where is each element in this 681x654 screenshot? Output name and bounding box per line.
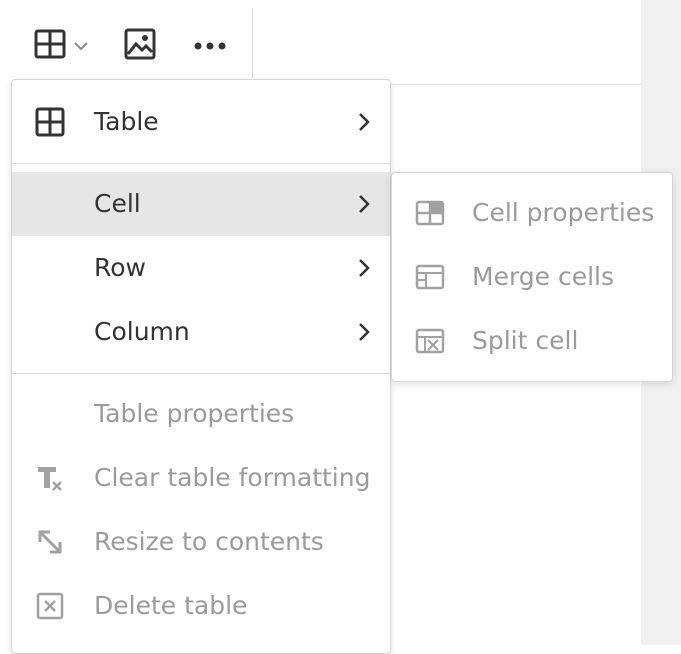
resize-icon bbox=[34, 526, 66, 558]
cell-submenu: Cell properties Merge cells Split cell bbox=[391, 172, 673, 382]
chevron-right-icon bbox=[356, 254, 372, 282]
menu-item-label: Table properties bbox=[94, 399, 295, 428]
menu-item-label: Cell bbox=[94, 189, 141, 218]
chevron-right-icon bbox=[356, 318, 372, 346]
chevron-right-icon bbox=[356, 190, 372, 218]
image-icon bbox=[122, 26, 158, 66]
menu-item-cell[interactable]: Cell bbox=[12, 172, 390, 236]
menu-item-resize[interactable]: Resize to contents bbox=[12, 510, 390, 574]
split-cell-icon bbox=[414, 325, 446, 357]
more-button[interactable] bbox=[186, 24, 234, 68]
menu-item-table-properties[interactable]: Table properties bbox=[12, 382, 390, 446]
toolbar-separator bbox=[252, 8, 253, 78]
submenu-item-split-cell[interactable]: Split cell bbox=[392, 309, 672, 373]
menu-item-delete-table[interactable]: Delete table bbox=[12, 574, 390, 638]
insert-table-button[interactable] bbox=[22, 24, 100, 68]
submenu-item-cell-properties[interactable]: Cell properties bbox=[392, 181, 672, 245]
table-dropdown-menu: Table Cell Row Column Table properties C… bbox=[11, 79, 391, 654]
more-dots-icon bbox=[192, 37, 228, 56]
submenu-item-label: Cell properties bbox=[472, 198, 655, 227]
chevron-down-icon bbox=[73, 37, 89, 56]
menu-item-label: Resize to contents bbox=[94, 527, 324, 556]
menu-item-column[interactable]: Column bbox=[12, 300, 390, 364]
insert-image-button[interactable] bbox=[118, 24, 162, 68]
menu-item-row[interactable]: Row bbox=[12, 236, 390, 300]
chevron-right-icon bbox=[356, 108, 372, 136]
submenu-item-merge-cells[interactable]: Merge cells bbox=[392, 245, 672, 309]
menu-item-label: Delete table bbox=[94, 591, 248, 620]
submenu-item-label: Merge cells bbox=[472, 262, 615, 291]
menu-item-table[interactable]: Table bbox=[12, 90, 390, 154]
merge-cells-icon bbox=[414, 261, 446, 293]
menu-separator bbox=[12, 163, 390, 164]
delete-table-icon bbox=[34, 590, 66, 622]
menu-separator bbox=[12, 373, 390, 374]
table-icon bbox=[33, 27, 67, 65]
menu-item-clear-formatting[interactable]: Clear table formatting bbox=[12, 446, 390, 510]
menu-item-label: Clear table formatting bbox=[94, 463, 371, 492]
table-icon bbox=[34, 106, 66, 138]
menu-item-label: Row bbox=[94, 253, 146, 282]
menu-item-label: Table bbox=[94, 107, 159, 136]
submenu-item-label: Split cell bbox=[472, 326, 579, 355]
cell-properties-icon bbox=[414, 197, 446, 229]
clear-format-icon bbox=[34, 462, 66, 494]
menu-item-label: Column bbox=[94, 317, 190, 346]
